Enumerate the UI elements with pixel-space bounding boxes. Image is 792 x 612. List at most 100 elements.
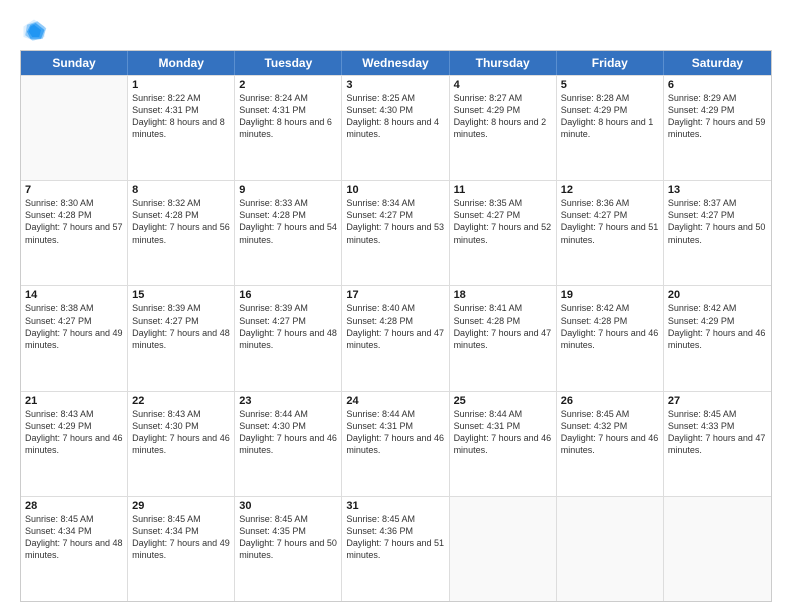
day-number: 19 [561, 289, 659, 301]
cell-info: Sunrise: 8:43 AMSunset: 4:29 PMDaylight:… [25, 408, 123, 457]
day-number: 10 [346, 184, 444, 196]
cal-cell: 27Sunrise: 8:45 AMSunset: 4:33 PMDayligh… [664, 392, 771, 496]
day-number: 22 [132, 395, 230, 407]
day-number: 16 [239, 289, 337, 301]
cal-cell: 1Sunrise: 8:22 AMSunset: 4:31 PMDaylight… [128, 76, 235, 180]
logo-icon [20, 16, 48, 44]
cell-info: Sunrise: 8:45 AMSunset: 4:35 PMDaylight:… [239, 513, 337, 562]
cal-cell: 24Sunrise: 8:44 AMSunset: 4:31 PMDayligh… [342, 392, 449, 496]
calendar-body: 1Sunrise: 8:22 AMSunset: 4:31 PMDaylight… [21, 75, 771, 601]
cal-cell: 25Sunrise: 8:44 AMSunset: 4:31 PMDayligh… [450, 392, 557, 496]
header-day-friday: Friday [557, 51, 664, 75]
cal-cell: 2Sunrise: 8:24 AMSunset: 4:31 PMDaylight… [235, 76, 342, 180]
day-number: 1 [132, 79, 230, 91]
cell-info: Sunrise: 8:45 AMSunset: 4:36 PMDaylight:… [346, 513, 444, 562]
day-number: 27 [668, 395, 767, 407]
day-number: 31 [346, 500, 444, 512]
cell-info: Sunrise: 8:29 AMSunset: 4:29 PMDaylight:… [668, 92, 767, 141]
cal-cell: 18Sunrise: 8:41 AMSunset: 4:28 PMDayligh… [450, 286, 557, 390]
cell-info: Sunrise: 8:45 AMSunset: 4:33 PMDaylight:… [668, 408, 767, 457]
cell-info: Sunrise: 8:45 AMSunset: 4:34 PMDaylight:… [25, 513, 123, 562]
cal-cell: 11Sunrise: 8:35 AMSunset: 4:27 PMDayligh… [450, 181, 557, 285]
cal-cell [21, 76, 128, 180]
cell-info: Sunrise: 8:25 AMSunset: 4:30 PMDaylight:… [346, 92, 444, 141]
day-number: 7 [25, 184, 123, 196]
day-number: 13 [668, 184, 767, 196]
cal-cell: 12Sunrise: 8:36 AMSunset: 4:27 PMDayligh… [557, 181, 664, 285]
cell-info: Sunrise: 8:40 AMSunset: 4:28 PMDaylight:… [346, 302, 444, 351]
calendar: SundayMondayTuesdayWednesdayThursdayFrid… [20, 50, 772, 602]
day-number: 3 [346, 79, 444, 91]
cal-cell: 28Sunrise: 8:45 AMSunset: 4:34 PMDayligh… [21, 497, 128, 601]
cal-cell: 16Sunrise: 8:39 AMSunset: 4:27 PMDayligh… [235, 286, 342, 390]
cell-info: Sunrise: 8:42 AMSunset: 4:28 PMDaylight:… [561, 302, 659, 351]
day-number: 14 [25, 289, 123, 301]
cal-cell: 5Sunrise: 8:28 AMSunset: 4:29 PMDaylight… [557, 76, 664, 180]
cal-cell: 9Sunrise: 8:33 AMSunset: 4:28 PMDaylight… [235, 181, 342, 285]
header-day-wednesday: Wednesday [342, 51, 449, 75]
cal-cell [557, 497, 664, 601]
cell-info: Sunrise: 8:35 AMSunset: 4:27 PMDaylight:… [454, 197, 552, 246]
day-number: 23 [239, 395, 337, 407]
day-number: 4 [454, 79, 552, 91]
cell-info: Sunrise: 8:42 AMSunset: 4:29 PMDaylight:… [668, 302, 767, 351]
day-number: 11 [454, 184, 552, 196]
cal-cell: 29Sunrise: 8:45 AMSunset: 4:34 PMDayligh… [128, 497, 235, 601]
cal-cell [664, 497, 771, 601]
cell-info: Sunrise: 8:44 AMSunset: 4:30 PMDaylight:… [239, 408, 337, 457]
day-number: 25 [454, 395, 552, 407]
cell-info: Sunrise: 8:43 AMSunset: 4:30 PMDaylight:… [132, 408, 230, 457]
day-number: 26 [561, 395, 659, 407]
cal-cell: 22Sunrise: 8:43 AMSunset: 4:30 PMDayligh… [128, 392, 235, 496]
week-row-5: 28Sunrise: 8:45 AMSunset: 4:34 PMDayligh… [21, 496, 771, 601]
calendar-header: SundayMondayTuesdayWednesdayThursdayFrid… [21, 51, 771, 75]
cal-cell: 13Sunrise: 8:37 AMSunset: 4:27 PMDayligh… [664, 181, 771, 285]
day-number: 29 [132, 500, 230, 512]
cal-cell: 30Sunrise: 8:45 AMSunset: 4:35 PMDayligh… [235, 497, 342, 601]
day-number: 9 [239, 184, 337, 196]
day-number: 12 [561, 184, 659, 196]
day-number: 5 [561, 79, 659, 91]
cal-cell: 21Sunrise: 8:43 AMSunset: 4:29 PMDayligh… [21, 392, 128, 496]
week-row-1: 1Sunrise: 8:22 AMSunset: 4:31 PMDaylight… [21, 75, 771, 180]
cal-cell: 17Sunrise: 8:40 AMSunset: 4:28 PMDayligh… [342, 286, 449, 390]
cell-info: Sunrise: 8:44 AMSunset: 4:31 PMDaylight:… [454, 408, 552, 457]
cell-info: Sunrise: 8:22 AMSunset: 4:31 PMDaylight:… [132, 92, 230, 141]
cal-cell: 23Sunrise: 8:44 AMSunset: 4:30 PMDayligh… [235, 392, 342, 496]
cell-info: Sunrise: 8:30 AMSunset: 4:28 PMDaylight:… [25, 197, 123, 246]
header-day-tuesday: Tuesday [235, 51, 342, 75]
cell-info: Sunrise: 8:37 AMSunset: 4:27 PMDaylight:… [668, 197, 767, 246]
cell-info: Sunrise: 8:38 AMSunset: 4:27 PMDaylight:… [25, 302, 123, 351]
cell-info: Sunrise: 8:45 AMSunset: 4:32 PMDaylight:… [561, 408, 659, 457]
day-number: 20 [668, 289, 767, 301]
day-number: 18 [454, 289, 552, 301]
cal-cell: 6Sunrise: 8:29 AMSunset: 4:29 PMDaylight… [664, 76, 771, 180]
day-number: 6 [668, 79, 767, 91]
cal-cell: 26Sunrise: 8:45 AMSunset: 4:32 PMDayligh… [557, 392, 664, 496]
header-day-monday: Monday [128, 51, 235, 75]
cell-info: Sunrise: 8:39 AMSunset: 4:27 PMDaylight:… [239, 302, 337, 351]
cell-info: Sunrise: 8:44 AMSunset: 4:31 PMDaylight:… [346, 408, 444, 457]
cell-info: Sunrise: 8:39 AMSunset: 4:27 PMDaylight:… [132, 302, 230, 351]
cell-info: Sunrise: 8:41 AMSunset: 4:28 PMDaylight:… [454, 302, 552, 351]
day-number: 17 [346, 289, 444, 301]
cal-cell: 3Sunrise: 8:25 AMSunset: 4:30 PMDaylight… [342, 76, 449, 180]
cal-cell [450, 497, 557, 601]
day-number: 30 [239, 500, 337, 512]
day-number: 8 [132, 184, 230, 196]
week-row-4: 21Sunrise: 8:43 AMSunset: 4:29 PMDayligh… [21, 391, 771, 496]
header [20, 16, 772, 44]
header-day-sunday: Sunday [21, 51, 128, 75]
day-number: 24 [346, 395, 444, 407]
day-number: 15 [132, 289, 230, 301]
cal-cell: 10Sunrise: 8:34 AMSunset: 4:27 PMDayligh… [342, 181, 449, 285]
cal-cell: 31Sunrise: 8:45 AMSunset: 4:36 PMDayligh… [342, 497, 449, 601]
cal-cell: 20Sunrise: 8:42 AMSunset: 4:29 PMDayligh… [664, 286, 771, 390]
cell-info: Sunrise: 8:36 AMSunset: 4:27 PMDaylight:… [561, 197, 659, 246]
header-day-thursday: Thursday [450, 51, 557, 75]
cell-info: Sunrise: 8:32 AMSunset: 4:28 PMDaylight:… [132, 197, 230, 246]
day-number: 28 [25, 500, 123, 512]
header-day-saturday: Saturday [664, 51, 771, 75]
logo [20, 16, 52, 44]
cal-cell: 15Sunrise: 8:39 AMSunset: 4:27 PMDayligh… [128, 286, 235, 390]
